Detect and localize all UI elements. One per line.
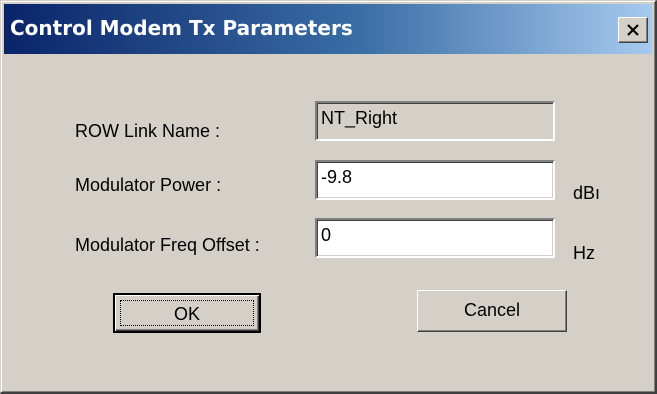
window-title: Control Modem Tx Parameters [10, 16, 353, 40]
ok-button-label: OK [173, 304, 200, 324]
cancel-button-label: Cancel [463, 300, 521, 320]
modulator-freq-offset-unit: Hz [573, 243, 595, 263]
modulator-freq-offset-input[interactable]: 0 [315, 218, 555, 258]
row-link-name-label: ROW Link Name : [75, 121, 221, 141]
modulator-power-input[interactable]: -9.8 [315, 160, 555, 200]
modulator-freq-offset-label: Modulator Freq Offset : [75, 235, 260, 255]
title-bar[interactable]: Control Modem Tx Parameters [4, 4, 652, 54]
modulator-power-unit: dBı [573, 183, 601, 203]
cancel-button[interactable]: Cancel [417, 290, 567, 332]
close-icon [627, 24, 639, 36]
close-button[interactable] [618, 17, 648, 43]
modulator-power-label: Modulator Power : [75, 175, 222, 195]
row-link-name-field: NT_Right [315, 101, 555, 141]
ok-button[interactable]: OK [113, 293, 261, 333]
dialog-window: Control Modem Tx Parameters ROW Link Nam… [0, 0, 657, 394]
